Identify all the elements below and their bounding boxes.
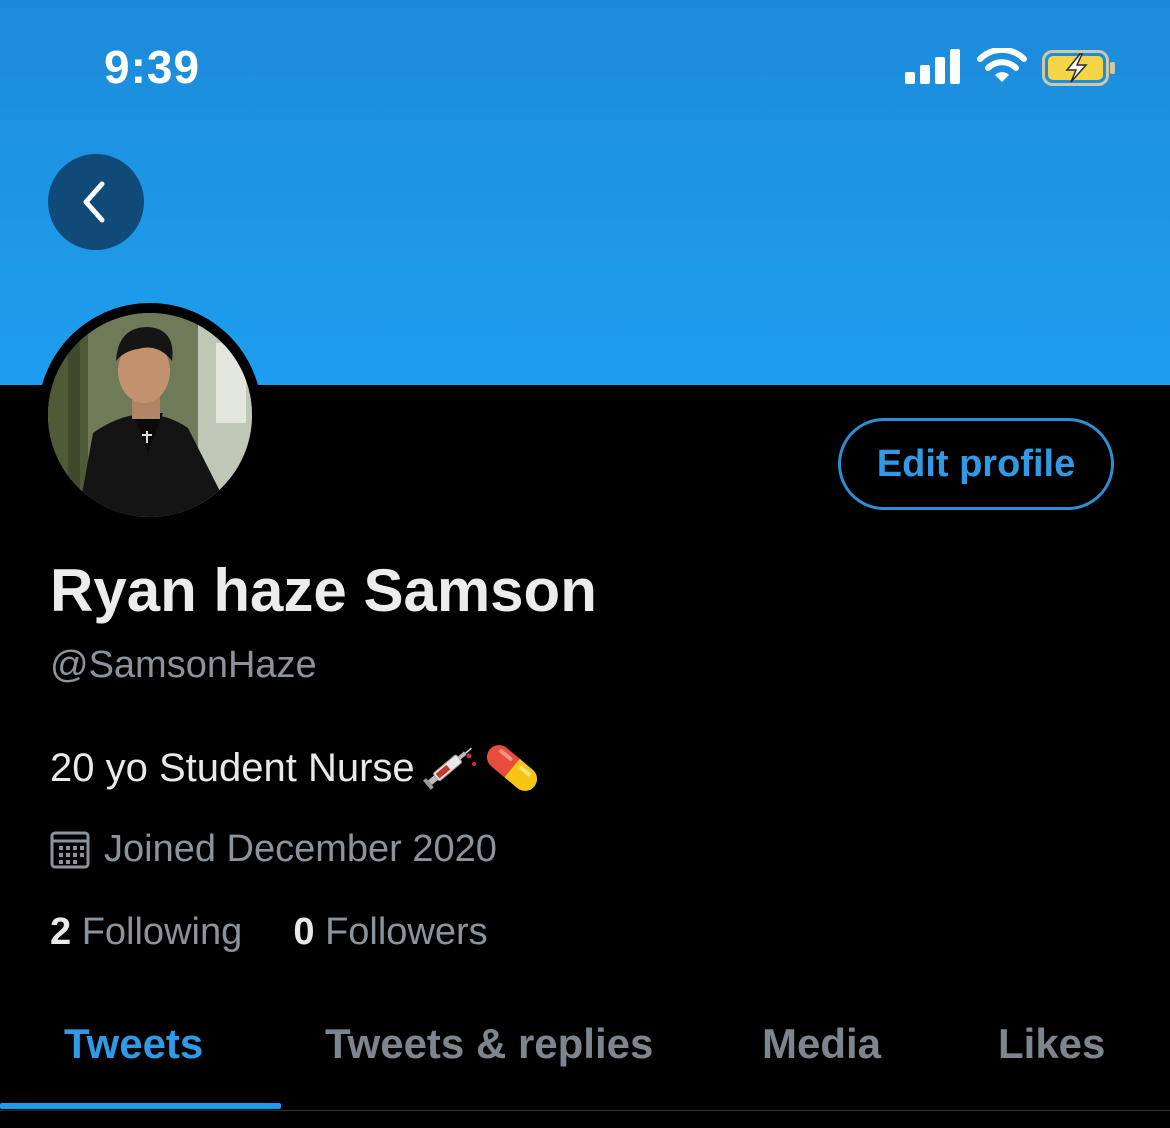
avatar-photo [48, 313, 252, 517]
joined-date: Joined December 2020 [50, 826, 497, 872]
tab-tweets-and-replies[interactable]: Tweets & replies [325, 1020, 653, 1068]
bio: 20 yo Student Nurse [50, 742, 541, 794]
tab-tweets[interactable]: Tweets [64, 1020, 203, 1068]
follow-counts: 2 Following 0 Followers [50, 911, 488, 954]
chevron-left-icon [83, 181, 105, 223]
display-name: Ryan haze Samson [50, 557, 597, 624]
following-count: 2 [50, 911, 72, 953]
followers-label: Followers [325, 911, 488, 953]
user-handle: @SamsonHaze [50, 644, 317, 686]
followers-count: 0 [293, 911, 315, 953]
back-button[interactable] [48, 154, 144, 250]
tab-divider [0, 1110, 1170, 1111]
wifi-icon [977, 48, 1027, 82]
pill-emoji [486, 745, 537, 791]
bio-text: 20 yo Student Nurse [50, 745, 415, 790]
edit-profile-button[interactable]: Edit profile [838, 418, 1114, 510]
tab-likes[interactable]: Likes [998, 1020, 1105, 1068]
following-link[interactable]: 2 Following [50, 911, 253, 953]
tab-media[interactable]: Media [762, 1020, 881, 1068]
syringe-emoji [422, 747, 476, 790]
followers-link[interactable]: 0 Followers [293, 911, 487, 953]
cellular-signal-icon [905, 49, 960, 84]
active-tab-indicator [0, 1103, 281, 1109]
avatar[interactable] [48, 313, 252, 517]
following-label: Following [81, 911, 243, 953]
calendar-icon [50, 831, 90, 869]
joined-text: Joined December 2020 [104, 827, 497, 870]
battery-charging-icon [1042, 50, 1115, 86]
status-time: 9:39 [104, 41, 201, 93]
